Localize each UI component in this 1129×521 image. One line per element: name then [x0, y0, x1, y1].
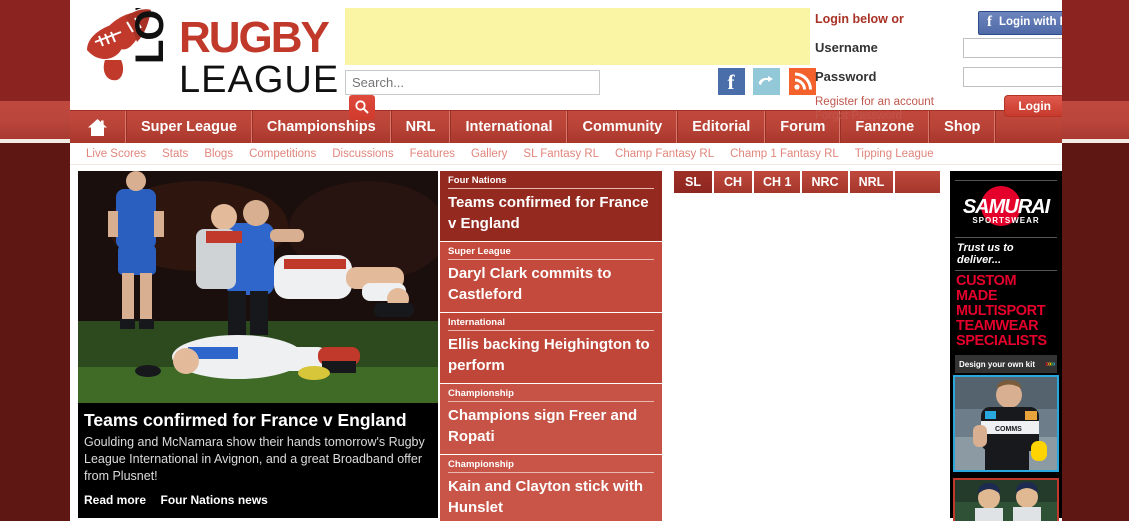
svg-text:f: f	[728, 70, 736, 94]
news-list-item-4[interactable]: Championship Champions sign Freer and Ro…	[440, 384, 662, 455]
subnav-gallery[interactable]: Gallery	[463, 148, 515, 160]
news-headline: Kain and Clayton stick with Hunslet	[448, 478, 644, 516]
tabs-filler	[895, 171, 940, 193]
featured-article-headline: Teams confirmed for France v England	[84, 410, 407, 430]
tab-nrl[interactable]: NRL	[849, 171, 894, 193]
login-submit-button[interactable]: Login	[1004, 95, 1062, 117]
sub-navigation: Live Scores Stats Blogs Competitions Dis…	[70, 143, 1062, 165]
news-headline: Daryl Clark commits to Castleford	[448, 265, 612, 303]
design-kit-label: Design your own kit	[959, 360, 1036, 369]
featured-article-summary: Goulding and McNamara show their hands t…	[84, 435, 425, 483]
username-label: Username	[815, 40, 878, 55]
facebook-login-label: Login with Facebook	[999, 16, 1062, 28]
news-headline: Champions sign Freer and Ropati	[448, 407, 638, 445]
competition-tab-panel	[674, 193, 940, 513]
search-input[interactable]	[345, 70, 600, 95]
password-field[interactable]: •••	[963, 67, 1062, 87]
samurai-brand-sub: SPORTSWEAR	[972, 216, 1040, 225]
subnav-champ-1-fantasy-rl[interactable]: Champ 1 Fantasy RL	[722, 148, 847, 160]
news-list-item-1[interactable]: Four Nations Teams confirmed for France …	[440, 171, 662, 242]
featured-article-caption: Teams confirmed for France v England Gou…	[78, 403, 438, 517]
featured-article-links: Read more Four Nations news	[84, 491, 432, 509]
ad-divider-2	[955, 237, 1057, 238]
main-content: Teams confirmed for France v England Gou…	[70, 165, 1062, 521]
tab-sl[interactable]: SL	[674, 171, 712, 193]
login-box: Login below or f Login with Facebook User…	[815, 8, 1062, 123]
news-category: International	[448, 317, 654, 331]
subnav-features[interactable]: Features	[402, 148, 463, 160]
password-row: Password •••	[815, 67, 1062, 88]
nav-item-nrl[interactable]: NRL	[390, 111, 451, 143]
login-links: Register for an account Forgot Password …	[815, 95, 1062, 123]
search-bar	[345, 70, 632, 120]
svg-text:RUGBY: RUGBY	[179, 13, 330, 62]
svg-text:LEAGUE: LEAGUE	[179, 59, 339, 96]
cricket-players-advert-photo[interactable]	[953, 478, 1059, 521]
rss-icon[interactable]	[788, 68, 816, 95]
samurai-tagline: Trust us to deliver...	[957, 242, 1014, 266]
news-headline: Teams confirmed for France v England	[448, 194, 649, 232]
news-list-item-2[interactable]: Super League Daryl Clark commits to Cast…	[440, 242, 662, 313]
ad-divider	[955, 180, 1057, 181]
username-input[interactable]	[964, 39, 1062, 57]
nav-item-community[interactable]: Community	[567, 111, 678, 143]
subnav-tipping-league[interactable]: Tipping League	[847, 148, 942, 160]
samurai-logo: SAMURAI SPORTSWEAR	[955, 184, 1057, 234]
news-category: Championship	[448, 388, 654, 402]
competition-tabs: SL CH CH 1 NRC NRL	[674, 171, 940, 193]
subnav-sl-fantasy-rl[interactable]: SL Fantasy RL	[515, 148, 607, 160]
nav-item-super-league[interactable]: Super League	[126, 111, 252, 143]
svg-text:COMMS: COMMS	[995, 426, 1022, 433]
subnav-live-scores[interactable]: Live Scores	[78, 148, 154, 160]
news-list-item-5[interactable]: Championship Kain and Clayton stick with…	[440, 455, 662, 521]
nav-item-home[interactable]	[70, 111, 126, 143]
subnav-competitions[interactable]: Competitions	[241, 148, 324, 160]
username-row: Username •••	[815, 38, 1062, 59]
facebook-login-button[interactable]: f Login with Facebook	[978, 11, 1062, 35]
site-container: LOVE RUGBY LEAGUE f	[70, 0, 1062, 521]
header-banner-ad[interactable]	[345, 8, 810, 65]
news-category: Four Nations	[448, 175, 654, 189]
svg-text:LOVE: LOVE	[128, 8, 172, 64]
samurai-headline: CUSTOM MADE MULTISPORT TEAMWEAR SPECIALI…	[956, 273, 1047, 349]
password-input[interactable]	[964, 68, 1062, 86]
username-field[interactable]: •••	[963, 38, 1062, 58]
nav-item-international[interactable]: International	[450, 111, 568, 143]
home-icon	[88, 118, 107, 136]
site-header: LOVE RUGBY LEAGUE f	[70, 0, 1062, 122]
news-headline: Ellis backing Heighington to perform	[448, 336, 650, 374]
tab-ch[interactable]: CH	[714, 171, 752, 193]
social-links: f	[718, 68, 820, 95]
news-list-item-3[interactable]: International Ellis backing Heighington …	[440, 313, 662, 384]
news-list: Four Nations Teams confirmed for France …	[440, 171, 662, 521]
design-your-own-kit-button[interactable]: Design your own kit	[955, 355, 1057, 373]
ad-divider-3	[955, 270, 1057, 271]
featured-article-image	[78, 171, 438, 403]
competition-panel: SL CH CH 1 NRC NRL	[674, 171, 940, 518]
read-more-link[interactable]: Read more	[84, 493, 146, 507]
featured-article[interactable]: Teams confirmed for France v England Gou…	[78, 171, 438, 518]
subnav-discussions[interactable]: Discussions	[324, 148, 401, 160]
tab-ch-1[interactable]: CH 1	[754, 171, 801, 193]
search-icon	[355, 100, 369, 114]
subnav-blogs[interactable]: Blogs	[196, 148, 241, 160]
facebook-icon[interactable]: f	[718, 68, 745, 95]
twitter-icon[interactable]	[753, 68, 781, 95]
rugby-player-advert-photo[interactable]: COMMS	[953, 375, 1059, 472]
four-nations-news-link[interactable]: Four Nations news	[160, 493, 267, 507]
tab-nrc[interactable]: NRC	[802, 171, 848, 193]
site-logo[interactable]: LOVE RUGBY LEAGUE	[75, 8, 341, 96]
login-title: Login below or	[815, 12, 904, 26]
news-category: Championship	[448, 459, 654, 473]
news-category: Super League	[448, 246, 654, 260]
subnav-stats[interactable]: Stats	[154, 148, 196, 160]
nav-item-editorial[interactable]: Editorial	[677, 111, 766, 143]
subnav-champ-fantasy-rl[interactable]: Champ Fantasy RL	[607, 148, 722, 160]
chevron-right-icon	[1045, 362, 1055, 366]
sidebar-ads: SAMURAI SPORTSWEAR Trust us to deliver..…	[950, 171, 1062, 521]
password-label: Password	[815, 69, 877, 84]
samurai-advert[interactable]: SAMURAI SPORTSWEAR Trust us to deliver..…	[950, 171, 1062, 381]
facebook-f-icon: f	[987, 14, 992, 30]
search-button[interactable]	[349, 95, 375, 120]
